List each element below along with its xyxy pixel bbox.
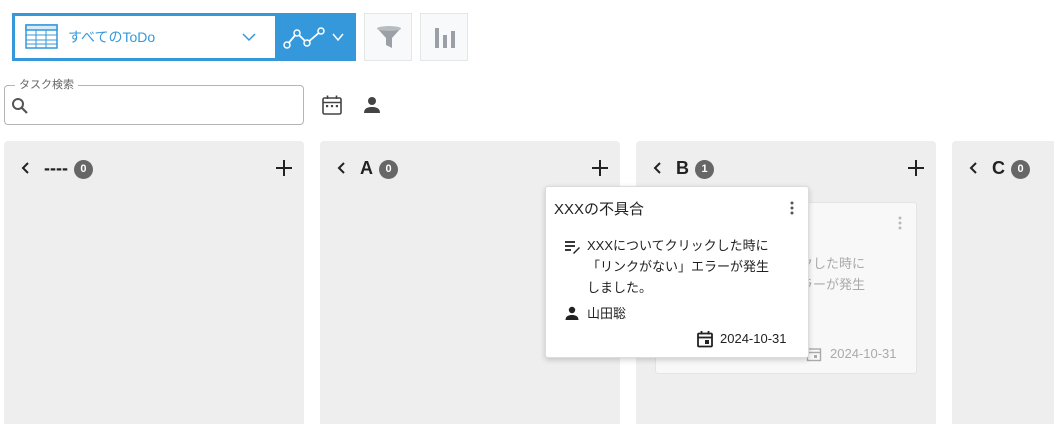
more-vert-icon[interactable] bbox=[786, 200, 798, 216]
table-icon bbox=[25, 24, 58, 49]
chevron-left-icon[interactable] bbox=[16, 159, 34, 177]
chevron-left-icon[interactable] bbox=[332, 159, 350, 177]
chevron-left-icon[interactable] bbox=[964, 159, 982, 177]
person-filter-icon[interactable] bbox=[360, 93, 384, 117]
plus-icon[interactable] bbox=[590, 158, 610, 178]
view-selector-bar: すべてのToDo bbox=[12, 13, 356, 61]
graph-view-button[interactable] bbox=[275, 13, 356, 61]
search-icon bbox=[12, 98, 28, 114]
filter-button[interactable] bbox=[364, 13, 412, 61]
column-title: C0 bbox=[992, 155, 1030, 181]
column-title: ---- 0 bbox=[44, 155, 93, 181]
card-assignee: 山田聡 bbox=[587, 306, 627, 321]
chevron-down-icon bbox=[332, 33, 344, 42]
kanban-column: ---- 0 bbox=[4, 141, 304, 424]
chevron-left-icon[interactable] bbox=[648, 159, 666, 177]
view-select-dropdown[interactable]: すべてのToDo bbox=[15, 16, 275, 58]
calendar-icon bbox=[697, 331, 713, 348]
card-due-date: 2024-10-31 bbox=[720, 331, 787, 346]
bar-chart-icon bbox=[435, 28, 455, 48]
calendar-filter-icon[interactable] bbox=[321, 94, 343, 116]
column-count-badge: 1 bbox=[695, 160, 714, 179]
description-icon bbox=[565, 241, 580, 254]
line-graph-icon bbox=[283, 27, 325, 49]
search-label: タスク検索 bbox=[15, 78, 78, 92]
task-card[interactable]: XXXの不具合 XXXについてクリックした時に 「リンクがない」エラーが発生 し… bbox=[545, 186, 809, 358]
search-input[interactable] bbox=[33, 92, 295, 118]
column-count-badge: 0 bbox=[1011, 160, 1030, 179]
column-header: ---- 0 bbox=[4, 155, 304, 181]
chart-button[interactable] bbox=[420, 13, 468, 61]
column-header: A0 bbox=[320, 155, 620, 181]
more-vert-icon bbox=[898, 216, 902, 230]
card-title: XXXの不具合 bbox=[554, 201, 645, 218]
plus-icon[interactable] bbox=[906, 158, 926, 178]
column-count-badge: 0 bbox=[73, 160, 93, 179]
funnel-icon bbox=[377, 26, 401, 48]
placeholder-date: 2024-10-31 bbox=[830, 346, 897, 361]
task-search: タスク検索 bbox=[4, 78, 304, 125]
chevron-down-icon bbox=[242, 33, 256, 42]
card-description: XXXについてクリックした時に 「リンクがない」エラーが発生 しました。 bbox=[587, 238, 770, 295]
column-header: B1 bbox=[636, 155, 936, 181]
column-title: A0 bbox=[360, 155, 398, 181]
plus-icon[interactable] bbox=[274, 158, 294, 178]
view-label: すべてのToDo bbox=[68, 29, 156, 45]
column-count-badge: 0 bbox=[379, 160, 398, 179]
column-header: C0 bbox=[952, 155, 1054, 181]
person-icon bbox=[565, 306, 579, 320]
column-title: B1 bbox=[676, 155, 714, 181]
kanban-column: C0 bbox=[952, 141, 1054, 424]
